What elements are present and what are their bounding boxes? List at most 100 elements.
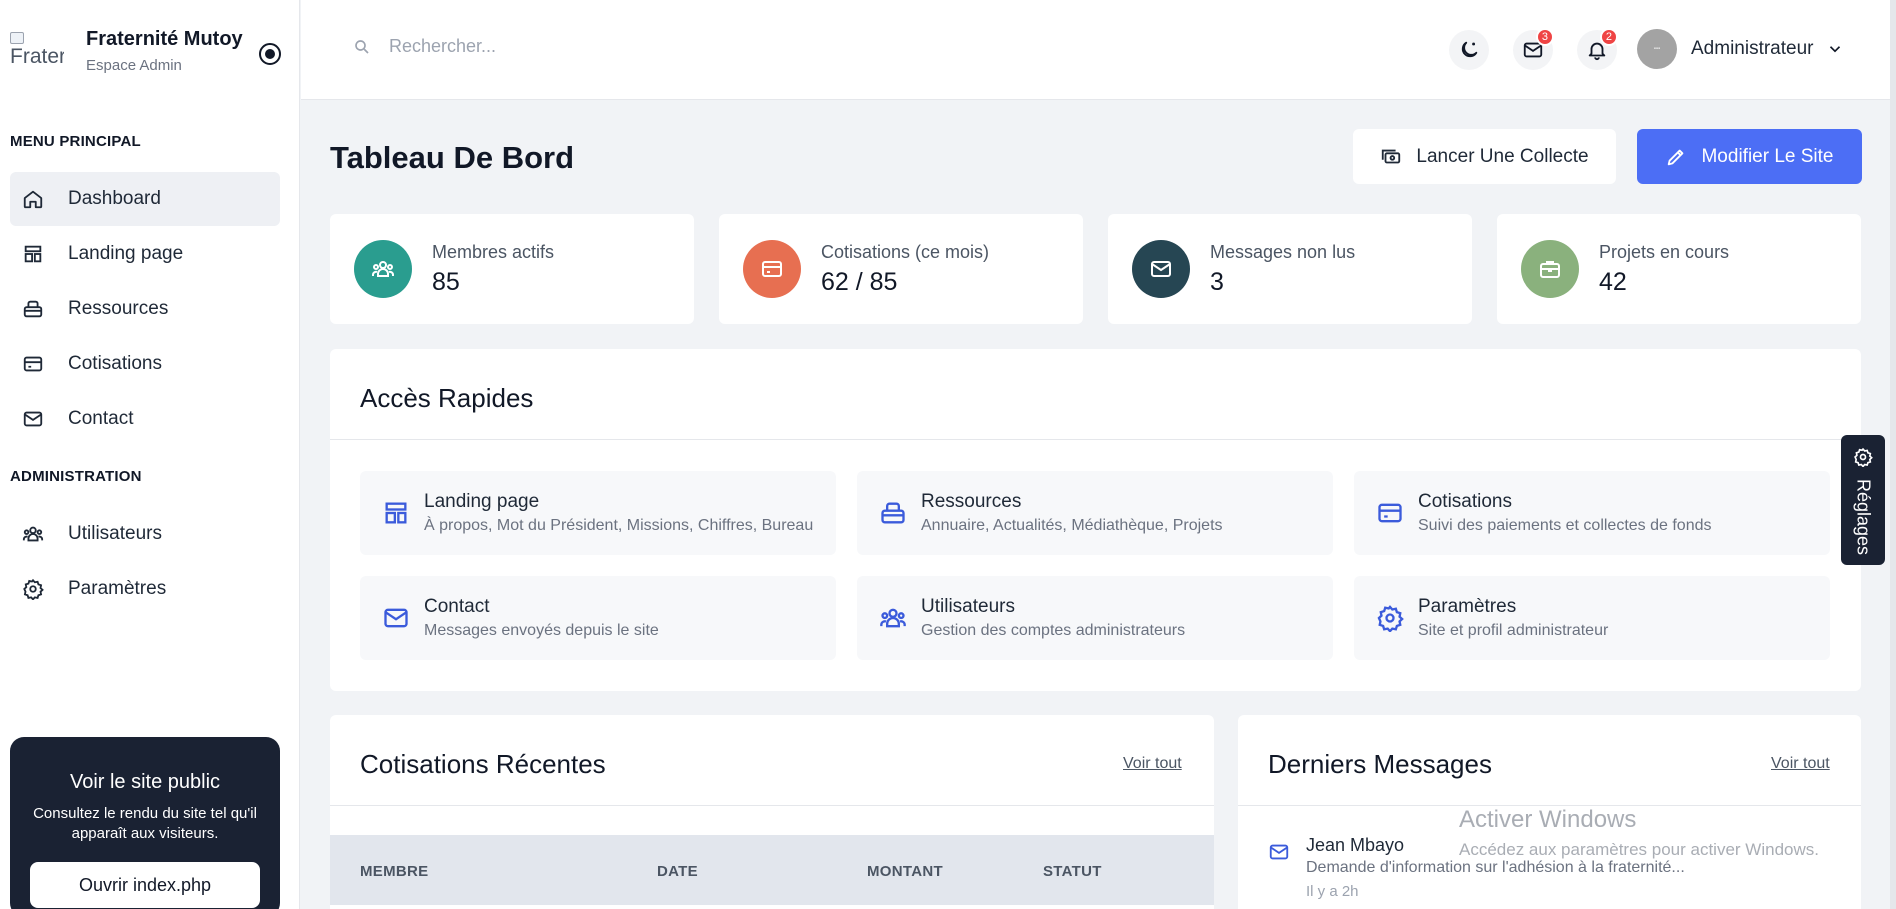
sidebar-item-contact[interactable]: Contact [10,392,280,446]
public-card-title: Voir le site public [69,771,221,793]
sidebar-item-utilisateurs[interactable]: Utilisateurs [10,507,280,561]
quick-item-title: Landing page [424,491,540,512]
quick-access-panel: Accès Rapides Landing page À propos, Mot… [330,349,1861,691]
sidebar-toggle-icon[interactable] [259,43,281,65]
stat-label: Membres actifs [432,242,555,262]
edit-site-button[interactable]: Modifier Le Site [1637,129,1862,184]
menu-principal-title: MENU PRINCIPAL [10,133,141,150]
column-header-member[interactable]: MEMBRE [360,863,428,880]
notifications-badge: 2 [1599,28,1618,46]
stat-label: Messages non lus [1210,242,1356,262]
sidebar-item-label: Paramètres [68,578,167,599]
settings-tab[interactable]: Réglages [1841,435,1885,565]
launch-collect-button[interactable]: Lancer Une Collecte [1353,129,1616,184]
dark-mode-button[interactable] [1449,30,1489,70]
money-icon [1382,149,1401,163]
quick-item-title: Utilisateurs [921,596,1015,617]
search-bar [353,36,753,57]
messages-button[interactable]: 3 [1513,28,1554,70]
credit-card-icon [23,356,43,372]
quick-item-title: Paramètres [1418,596,1517,617]
topbar: 3 2 ▪▪▪ Administrateur [301,0,1895,100]
stat-label: Projets en cours [1599,242,1730,262]
windows-activation-watermark: Activer Windows Accédez aux paramètres p… [1459,806,1819,860]
sidebar-item-label: Contact [68,408,134,429]
quick-item-desc: À propos, Mot du Président, Missions, Ch… [424,517,814,534]
sidebar-item-ressources[interactable]: Ressources [10,282,280,336]
messages-badge: 3 [1535,28,1554,46]
sidebar-item-landing-page[interactable]: Landing page [10,227,280,281]
open-index-button[interactable]: Ouvrir index.php [30,862,260,908]
gear-icon [23,578,44,600]
stat-value: 3 [1210,268,1224,296]
credit-card-icon [743,240,801,298]
recent-contributions-panel: Cotisations Récentes Voir tout MEMBRE DA… [330,715,1214,909]
quick-item-parametres[interactable]: Paramètres Site et profil administrateur [1354,576,1830,660]
users-icon [880,608,906,628]
mail-icon [1269,844,1289,860]
public-site-card: Voir le site public Consultez le rendu d… [10,737,280,909]
briefcase-icon [1521,240,1579,298]
edit-site-label: Modifier Le Site [1701,145,1834,167]
quick-item-title: Ressources [921,491,1022,512]
search-input[interactable] [389,36,729,57]
mail-icon [384,608,408,628]
sidebar-item-cotisations[interactable]: Cotisations [10,337,280,391]
gear-icon [1377,605,1404,632]
stat-card-cotisations: Cotisations (ce mois) 62 / 85 [719,214,1083,324]
column-header-date[interactable]: DATE [657,863,698,880]
brand-name: Fraternité Mutoy [86,28,243,50]
see-all-messages-link[interactable]: Voir tout [1771,755,1830,773]
sidebar-item-label: Utilisateurs [68,523,162,544]
layout-icon [385,502,407,524]
mail-icon [1132,240,1190,298]
quick-item-contact[interactable]: Contact Messages envoyés depuis le site [360,576,836,660]
brand-logo-alt: Frater [10,45,64,68]
archive-icon [881,502,905,524]
search-icon [355,39,369,54]
stat-card-members: Membres actifs 85 [330,214,694,324]
avatar: ▪▪▪ [1637,29,1677,69]
credit-card-icon [1378,503,1402,523]
table-header: MEMBRE DATE MONTANT STATUT [330,835,1214,905]
user-name: Administrateur [1691,38,1814,59]
sidebar-item-parametres[interactable]: Paramètres [10,562,280,616]
watermark-title: Activer Windows [1459,806,1637,833]
see-all-contributions-link[interactable]: Voir tout [1123,755,1182,773]
archive-icon [23,300,43,318]
quick-item-desc: Gestion des comptes administrateurs [921,622,1186,639]
moon-icon [1461,41,1478,58]
public-card-text: Consultez le rendu du site tel qu'il app… [33,805,257,842]
home-icon [23,190,43,209]
launch-collect-label: Lancer Une Collecte [1416,145,1589,167]
scrollbar[interactable] [1890,0,1896,909]
quick-item-desc: Messages envoyés depuis le site [424,622,659,639]
notifications-button[interactable]: 2 [1577,28,1618,70]
quick-item-cotisations[interactable]: Cotisations Suivi des paiements et colle… [1354,471,1830,555]
sidebar-item-label: Ressources [68,298,169,319]
column-header-status[interactable]: STATUT [1043,863,1102,880]
chevron-down-icon [1829,46,1840,53]
quick-item-title: Contact [424,596,490,617]
sidebar: Frater Fraternité Mutoy Espace Admin MEN… [0,0,300,909]
quick-item-title: Cotisations [1418,491,1512,512]
sidebar-item-label: Dashboard [68,188,161,209]
broken-image-icon [10,32,24,44]
stat-card-projects: Projets en cours 42 [1497,214,1861,324]
column-header-amount[interactable]: MONTANT [867,863,943,880]
quick-item-desc: Suivi des paiements et collectes de fond… [1418,517,1712,534]
sidebar-item-dashboard[interactable]: Dashboard [10,172,280,226]
brand[interactable]: Frater Fraternité Mutoy Espace Admin [10,28,243,74]
quick-item-ressources[interactable]: Ressources Annuaire, Actualités, Médiath… [857,471,1333,555]
latest-messages-title: Derniers Messages [1268,749,1492,779]
user-menu[interactable]: ▪▪▪ Administrateur [1637,29,1844,69]
page-title: Tableau De Bord [330,140,575,175]
quick-item-desc: Site et profil administrateur [1418,622,1609,639]
users-icon [354,240,412,298]
users-icon [22,526,44,542]
watermark-subtitle: Accédez aux paramètres pour activer Wind… [1459,840,1819,859]
quick-item-utilisateurs[interactable]: Utilisateurs Gestion des comptes adminis… [857,576,1333,660]
brand-logo: Frater [10,28,64,74]
sidebar-item-label: Landing page [68,243,184,264]
quick-item-landing-page[interactable]: Landing page À propos, Mot du Président,… [360,471,836,555]
